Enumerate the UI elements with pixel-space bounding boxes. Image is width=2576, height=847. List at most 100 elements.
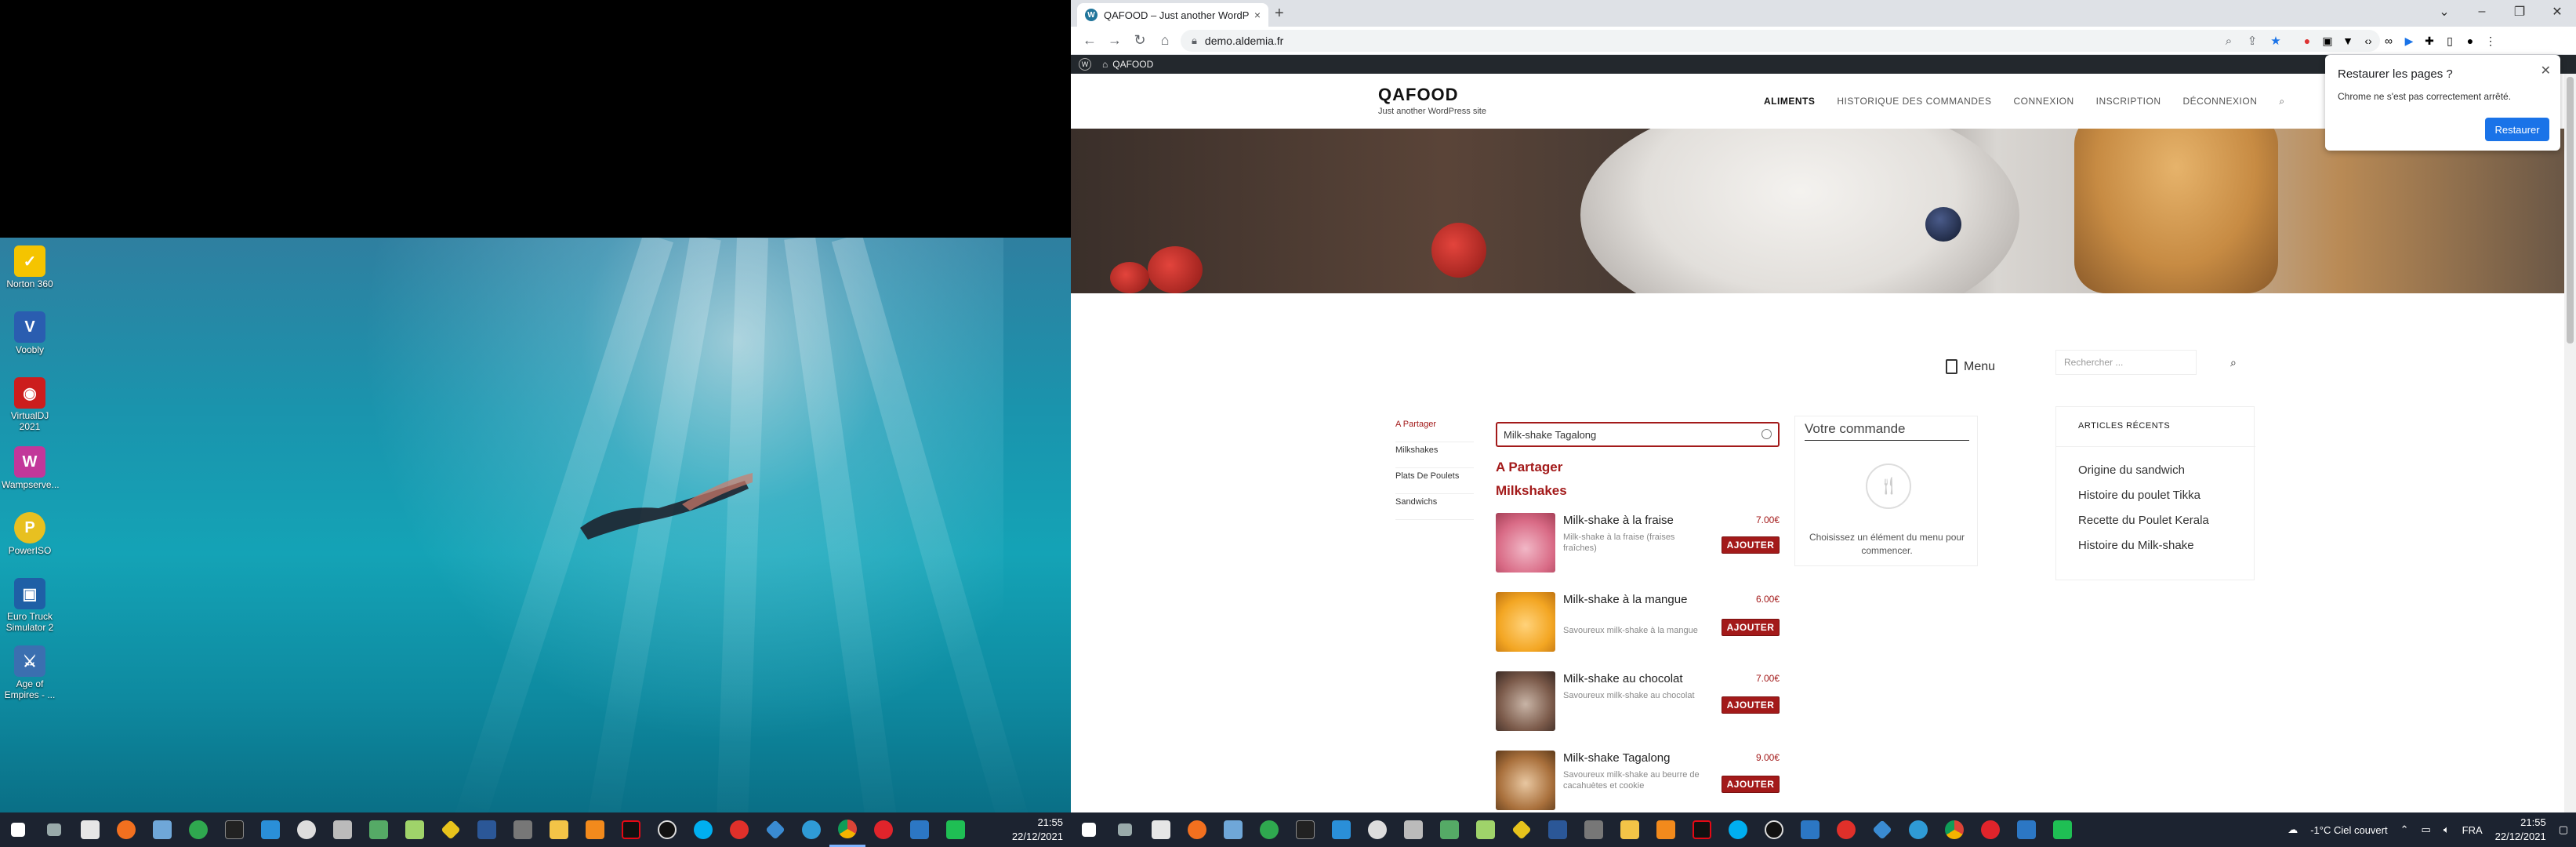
extensions-puzzle-icon[interactable]: ✚: [2420, 30, 2439, 52]
start-button[interactable]: [1071, 812, 1107, 847]
app-white-icon[interactable]: [325, 812, 361, 847]
logitech-icon[interactable]: [1756, 812, 1792, 847]
new-tab-icon[interactable]: +: [1275, 5, 1284, 23]
app-yellow-icon[interactable]: [433, 812, 469, 847]
recent-post-link[interactable]: Histoire du Milk-shake: [2078, 539, 2194, 552]
app-orange-icon[interactable]: [108, 812, 144, 847]
app-yellow-icon[interactable]: [1504, 812, 1540, 847]
back-icon[interactable]: ←: [1077, 28, 1102, 53]
ext-play-icon[interactable]: ▶: [2400, 30, 2418, 52]
ext-link-icon[interactable]: ∞: [2379, 30, 2398, 52]
folder-icon[interactable]: [1612, 812, 1648, 847]
opera-icon[interactable]: [1972, 812, 2008, 847]
category-sandwichs[interactable]: Sandwichs: [1395, 494, 1474, 520]
sidebar-search-icon[interactable]: ⌕: [2230, 356, 2237, 369]
zoom-icon[interactable]: ⌕: [2217, 30, 2240, 52]
nav-search-icon[interactable]: ⌕: [2279, 96, 2284, 107]
site-brand[interactable]: QAFOOD Just another WordPress site: [1378, 85, 1486, 116]
terminal-icon[interactable]: [216, 812, 252, 847]
desktop-icon-voobly[interactable]: V Voobly: [2, 311, 58, 355]
network-icon[interactable]: ▭: [2422, 823, 2431, 836]
start-button[interactable]: [0, 812, 36, 847]
category-plats-de-poulets[interactable]: Plats De Poulets: [1395, 468, 1474, 494]
app-green-icon[interactable]: [180, 812, 216, 847]
store-icon[interactable]: [72, 812, 108, 847]
browser-tab[interactable]: W QAFOOD – Just another WordPr... ×: [1077, 3, 1268, 27]
close-tab-icon[interactable]: ×: [1254, 9, 1261, 21]
skype-icon[interactable]: [1720, 812, 1756, 847]
opera-icon[interactable]: [865, 812, 902, 847]
store-icon[interactable]: [1143, 812, 1179, 847]
recent-post-link[interactable]: Origine du sandwich: [2078, 463, 2185, 477]
admin-site-link[interactable]: QAFOOD: [1112, 59, 1153, 70]
wp-logo-icon[interactable]: W: [1079, 58, 1091, 71]
app-red-icon[interactable]: [721, 812, 757, 847]
vscode-icon[interactable]: [252, 812, 288, 847]
app-s2-icon[interactable]: [2008, 812, 2044, 847]
chrome-menu-icon[interactable]: ⋮: [2481, 30, 2500, 52]
popup-close-icon[interactable]: ✕: [2541, 63, 2551, 78]
app-green-icon[interactable]: [1251, 812, 1287, 847]
notepad-icon[interactable]: [1468, 812, 1504, 847]
settings-icon[interactable]: [1359, 812, 1395, 847]
nav-aliments[interactable]: ALIMENTS: [1764, 96, 1815, 107]
add-button[interactable]: AJOUTER: [1722, 619, 1780, 636]
nav-historique[interactable]: HISTORIQUE DES COMMANDES: [1837, 96, 1991, 107]
app-white-icon[interactable]: [1395, 812, 1431, 847]
app-green-square-icon[interactable]: [2044, 812, 2081, 847]
category-milkshakes[interactable]: Milkshakes: [1395, 442, 1474, 468]
home-icon[interactable]: ⌂: [1152, 28, 1177, 53]
bookmark-star-icon[interactable]: ★: [2264, 30, 2288, 52]
add-button[interactable]: AJOUTER: [1722, 776, 1780, 793]
ext-code-icon[interactable]: ‹›: [2359, 30, 2378, 52]
left-clock[interactable]: 21:55 22/12/2021: [1012, 816, 1063, 844]
share-icon[interactable]: ⇪: [2240, 30, 2264, 52]
right-clock[interactable]: 21:55 22/12/2021: [2495, 816, 2546, 844]
vscode-icon[interactable]: [1323, 812, 1359, 847]
edge-icon[interactable]: [1900, 812, 1936, 847]
nav-inscription[interactable]: INSCRIPTION: [2096, 96, 2161, 107]
netflix-icon[interactable]: [613, 812, 649, 847]
vlc-icon[interactable]: [577, 812, 613, 847]
forward-icon[interactable]: →: [1102, 28, 1127, 53]
app-blue-icon[interactable]: [1215, 812, 1251, 847]
settings-icon[interactable]: [288, 812, 325, 847]
folder-icon[interactable]: [541, 812, 577, 847]
app-dark-icon[interactable]: [361, 812, 397, 847]
recent-post-link[interactable]: Histoire du poulet Tikka: [2078, 489, 2200, 502]
chrome-icon[interactable]: [829, 812, 865, 847]
app-blue-icon[interactable]: [144, 812, 180, 847]
app-diamond-icon[interactable]: [1864, 812, 1900, 847]
ext-filter-icon[interactable]: ▼: [2338, 30, 2357, 52]
nav-connexion[interactable]: CONNEXION: [2013, 96, 2073, 107]
task-view-icon[interactable]: [1107, 812, 1143, 847]
terminal-icon[interactable]: [1287, 812, 1323, 847]
weather-text[interactable]: -1°C Ciel couvert: [2310, 824, 2387, 836]
desktop-icon-poweriso[interactable]: P PowerISO: [2, 512, 58, 556]
close-window-icon[interactable]: ✕: [2538, 0, 2576, 24]
app-s-icon[interactable]: [902, 812, 938, 847]
desktop-icon-eurotruck[interactable]: ▣ Euro Truck Simulator 2: [2, 578, 58, 633]
restore-button[interactable]: Restaurer: [2485, 118, 2549, 141]
volume-icon[interactable]: 🔈︎: [2444, 823, 2450, 836]
word-icon[interactable]: [469, 812, 505, 847]
desktop-icon-wampserver[interactable]: W Wampserve...: [2, 446, 60, 490]
add-button[interactable]: AJOUTER: [1722, 696, 1780, 714]
menu-search-input[interactable]: Milk-shake Tagalong: [1496, 422, 1780, 447]
profile-avatar[interactable]: ●: [2461, 30, 2480, 52]
reading-list-icon[interactable]: ▯: [2440, 30, 2459, 52]
chrome-icon[interactable]: [1936, 812, 1972, 847]
word-icon[interactable]: [1540, 812, 1576, 847]
edge-icon[interactable]: [793, 812, 829, 847]
home-small-icon[interactable]: ⌂: [1102, 59, 1108, 70]
desktop-icon-aoe[interactable]: ⚔ Age of Empires - ...: [2, 645, 58, 700]
desktop-icon-virtualdj[interactable]: ◉ VirtualDJ 2021: [2, 377, 58, 432]
nav-deconnexion[interactable]: DÉCONNEXION: [2183, 96, 2258, 107]
app-grey-icon[interactable]: [1576, 812, 1612, 847]
sidebar-search-input[interactable]: Rechercher ...: [2055, 350, 2197, 375]
minimize-icon[interactable]: –: [2463, 0, 2501, 24]
app-red-icon[interactable]: [1828, 812, 1864, 847]
site-title[interactable]: QAFOOD: [1378, 85, 1486, 105]
task-view-icon[interactable]: [36, 812, 72, 847]
desktop-icon-norton[interactable]: ✓ Norton 360: [2, 245, 58, 289]
